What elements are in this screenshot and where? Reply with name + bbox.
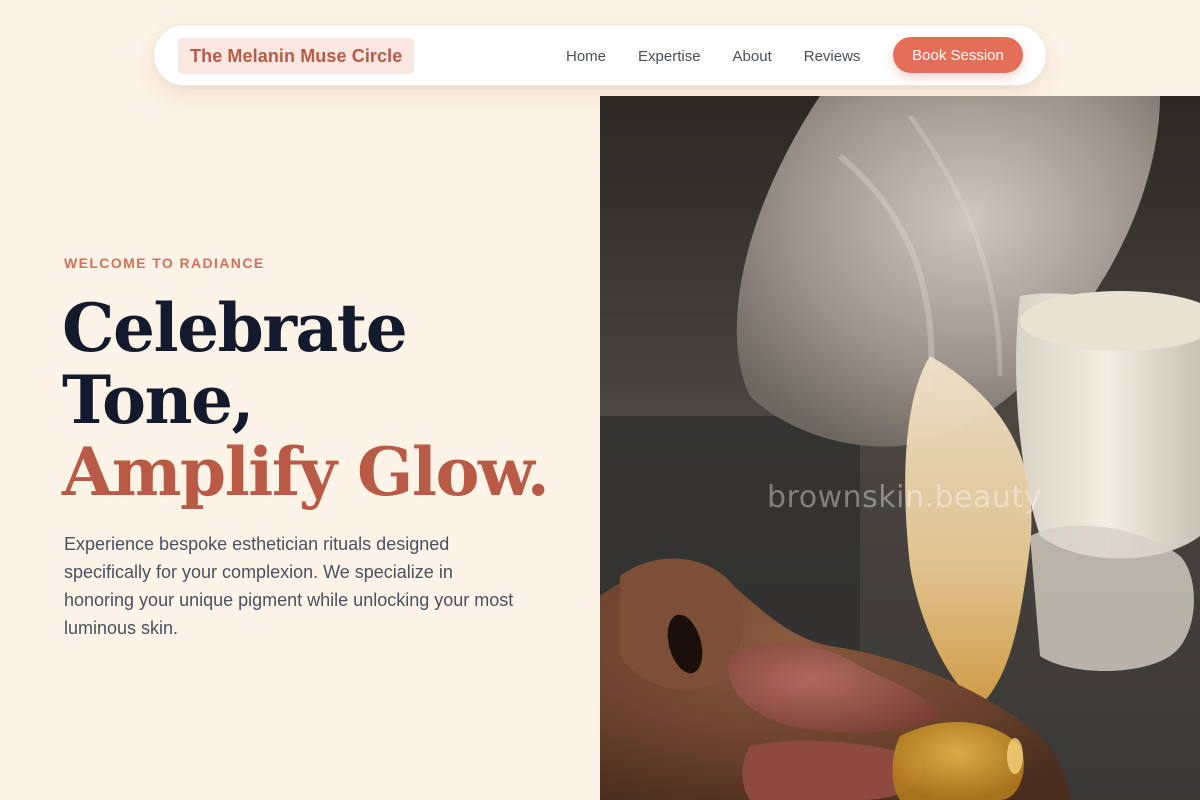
image-watermark: brownskin.beauty	[767, 480, 1042, 515]
nav-links: Home Expertise About Reviews	[566, 25, 892, 87]
headline-line-2: Tone,	[62, 361, 255, 439]
headline-line-3: Amplify Glow.	[62, 433, 550, 511]
headline-line-1: Celebrate	[62, 289, 408, 367]
landing-page: The Melanin Muse Circle Home Expertise A…	[0, 0, 1200, 800]
hero-photo-illustration	[600, 96, 1200, 800]
top-navigation: The Melanin Muse Circle Home Expertise A…	[153, 24, 1047, 86]
nav-link-about[interactable]: About	[733, 48, 772, 65]
nav-link-home[interactable]: Home	[566, 48, 606, 65]
hero-description: Experience bespoke esthetician rituals d…	[64, 534, 514, 638]
nav-link-reviews[interactable]: Reviews	[804, 48, 861, 65]
brand-logo[interactable]: The Melanin Muse Circle	[178, 38, 415, 74]
hero-headline: Celebrate Tone, Amplify Glow.	[62, 292, 582, 508]
hero-eyebrow: WELCOME TO RADIANCE	[64, 255, 265, 271]
hero-image: brownskin.beauty	[600, 96, 1200, 800]
book-session-button[interactable]: Book Session	[893, 37, 1023, 73]
nav-link-expertise[interactable]: Expertise	[638, 48, 701, 65]
